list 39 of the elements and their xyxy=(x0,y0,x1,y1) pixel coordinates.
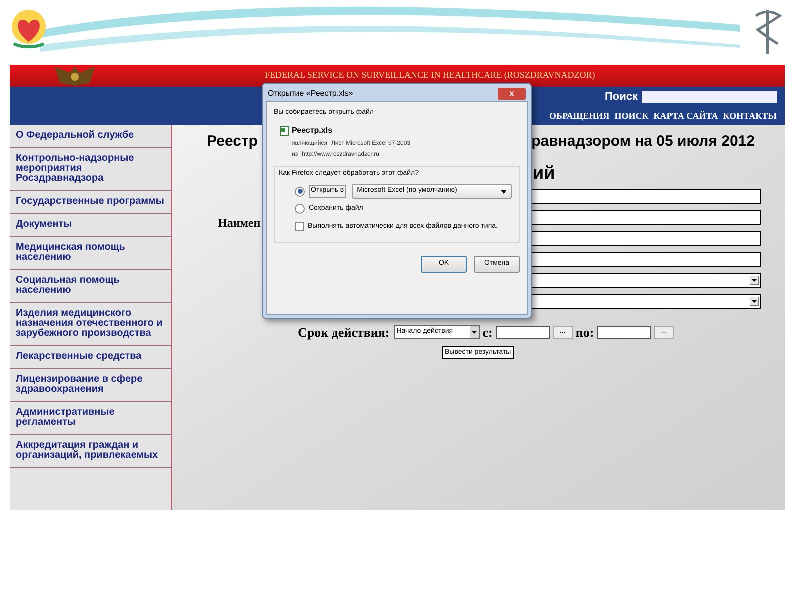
heart-logo-icon xyxy=(10,8,48,50)
search-field[interactable] xyxy=(642,91,777,104)
nav-link[interactable]: КОНТАКТЫ xyxy=(723,110,777,123)
sidebar-item[interactable]: Лицензирование в сфере здравоохранения xyxy=(10,369,171,402)
caret-icon xyxy=(501,190,508,194)
caret-icon xyxy=(470,326,479,338)
from-label: с: xyxy=(482,324,493,342)
nav-link[interactable]: КАРТА САЙТА xyxy=(654,110,718,123)
sidebar-item[interactable]: Документы xyxy=(10,214,171,237)
sidebar-item[interactable]: О Федеральной службе xyxy=(10,125,171,148)
caret-icon xyxy=(750,296,759,306)
dialog-title: Открытие «Реестр.xls» xyxy=(268,88,354,100)
field-label: Наимен xyxy=(218,216,261,230)
page-title: равнадзором на 05 июля 2012 xyxy=(532,132,755,152)
site-title: FEDERAL SERVICE ON SURVEILLANCE IN HEALTHCARE (ROSZDRAVNADZOR) xyxy=(265,69,596,82)
sidebar-item[interactable]: Аккредитация граждан и организаций, привлекаемых xyxy=(10,435,171,468)
nav-link[interactable]: ОБРАЩЕНИЯ xyxy=(550,110,610,123)
period-label: Срок действия: xyxy=(298,324,390,342)
caret-icon xyxy=(750,276,759,284)
sidebar-item[interactable]: Контрольно-надзорные мероприятия Росздравнадзора xyxy=(10,148,171,191)
sidebar-item[interactable]: Изделия медицинского назначения отечественного и зарубежного производства xyxy=(10,303,171,346)
page-subtitle: ий xyxy=(533,162,556,184)
file-name: Реестр.xls xyxy=(292,124,333,136)
radio-button[interactable] xyxy=(295,204,305,214)
page-title: Реестр xyxy=(207,132,258,152)
to-label: по: xyxy=(576,324,594,342)
date-field[interactable] xyxy=(496,326,550,339)
spreadsheet-file-icon xyxy=(280,126,289,136)
sidebar-item[interactable]: Лекарственные средства xyxy=(10,346,171,369)
sidebar-item[interactable]: Административные регламенты xyxy=(10,402,171,435)
sidebar-item[interactable]: Государственные программы xyxy=(10,191,171,214)
search-label: Поиск xyxy=(604,90,638,105)
sidebar-item[interactable]: Медицинская помощь населению xyxy=(10,237,171,270)
nav-link[interactable]: ПОИСК xyxy=(614,110,649,123)
checkbox[interactable] xyxy=(295,222,304,232)
radio-button[interactable] xyxy=(295,186,305,196)
close-button[interactable]: x xyxy=(498,88,526,100)
date-field[interactable] xyxy=(597,326,652,339)
sidebar-item[interactable]: Социальная помощь населению xyxy=(10,270,171,303)
